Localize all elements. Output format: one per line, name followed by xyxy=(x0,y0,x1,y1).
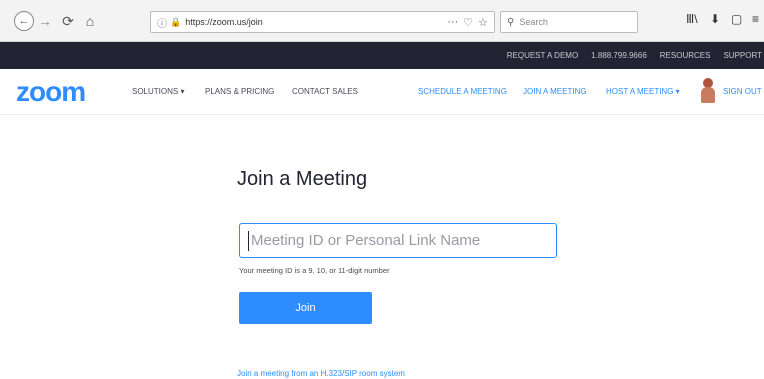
meeting-id-helper-text: Your meeting ID is a 9, 10, or 11-digit … xyxy=(239,266,390,275)
phone-number-link[interactable]: 1.888.799.9666 xyxy=(591,51,647,60)
sign-out-link[interactable]: SIGN OUT xyxy=(723,87,762,96)
nav-solutions[interactable]: SOLUTIONS ▾ xyxy=(132,87,184,96)
zoom-logo[interactable]: zoom xyxy=(16,78,86,106)
join-button[interactable]: Join xyxy=(239,292,372,324)
page-title: Join a Meeting xyxy=(237,168,368,190)
nav-join-meeting[interactable]: JOIN A MEETING xyxy=(523,87,587,96)
nav-schedule-meeting[interactable]: SCHEDULE A MEETING xyxy=(418,87,507,96)
support-link[interactable]: SUPPORT xyxy=(723,51,762,60)
resources-link[interactable]: RESOURCES xyxy=(660,51,711,60)
nav-host-meeting[interactable]: HOST A MEETING ▾ xyxy=(606,87,680,96)
page-actions-icon[interactable]: ··· xyxy=(447,16,458,29)
back-arrow-icon[interactable]: ← xyxy=(14,11,34,31)
library-icon[interactable]: Ⅲ\ xyxy=(686,12,698,26)
reload-icon[interactable]: ⟳ xyxy=(60,11,76,31)
forward-arrow-icon[interactable]: → xyxy=(38,11,52,31)
main-navigation: zoom SOLUTIONS ▾ PLANS & PRICING CONTACT… xyxy=(0,69,764,115)
meeting-id-input[interactable]: Meeting ID or Personal Link Name xyxy=(239,223,557,258)
menu-icon[interactable]: ≡ xyxy=(752,12,759,26)
top-utility-links: REQUEST A DEMO 1.888.799.9666 RESOURCES … xyxy=(507,42,764,69)
home-icon[interactable]: ⌂ xyxy=(82,11,98,31)
meeting-id-placeholder: Meeting ID or Personal Link Name xyxy=(251,232,481,249)
avatar[interactable] xyxy=(700,78,716,104)
pocket-icon[interactable]: ♡ xyxy=(463,16,473,29)
text-caret xyxy=(248,230,249,251)
address-bar-actions: ··· ♡ ☆ xyxy=(447,16,488,29)
search-placeholder: Search xyxy=(519,17,548,27)
info-icon[interactable]: ⓘ xyxy=(157,15,167,30)
request-demo-link[interactable]: REQUEST A DEMO xyxy=(507,51,578,60)
nav-contact-sales[interactable]: CONTACT SALES xyxy=(292,87,358,96)
browser-search-input[interactable]: ⚲ Search xyxy=(500,11,638,33)
browser-toolbar: ← → ⟳ ⌂ ⓘ 🔒 https://zoom.us/join ··· ♡ ☆… xyxy=(0,0,764,42)
nav-plans-pricing[interactable]: PLANS & PRICING xyxy=(205,87,274,96)
address-bar[interactable]: ⓘ 🔒 https://zoom.us/join ··· ♡ ☆ xyxy=(150,11,495,33)
lock-icon: 🔒 xyxy=(170,16,182,27)
search-icon: ⚲ xyxy=(507,16,515,28)
url-text[interactable]: https://zoom.us/join xyxy=(185,17,447,27)
h323-sip-link[interactable]: Join a meeting from an H.323/SIP room sy… xyxy=(237,369,405,378)
top-utility-bar: REQUEST A DEMO 1.888.799.9666 RESOURCES … xyxy=(0,42,764,69)
avatar-body xyxy=(701,87,715,103)
sidebar-icon[interactable]: ▢ xyxy=(731,12,742,26)
downloads-icon[interactable]: ⬇ xyxy=(710,12,720,26)
bookmark-star-icon[interactable]: ☆ xyxy=(478,16,488,29)
